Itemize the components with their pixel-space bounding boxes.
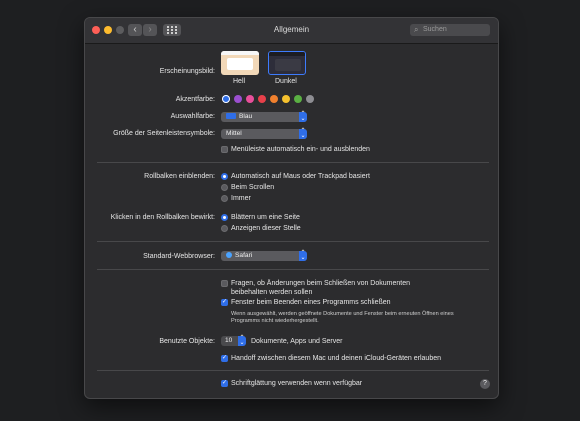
accent-swatch[interactable] xyxy=(258,95,266,103)
separator xyxy=(97,162,489,163)
click-scroll-option-page: Blättern um eine Seite xyxy=(231,214,300,221)
close-windows-checkbox[interactable]: ✓ xyxy=(221,299,228,306)
highlight-popup[interactable]: Blau ⌃ ⌄ xyxy=(221,111,307,122)
font-smoothing-checkbox[interactable]: ✓ xyxy=(221,380,228,387)
safari-icon xyxy=(226,252,232,259)
recent-label: Benutzte Objekte: xyxy=(159,338,215,345)
appearance-label: Erscheinungsbild: xyxy=(159,68,215,75)
appearance-dark-thumb[interactable] xyxy=(268,51,306,75)
titlebar: ‹ › Allgemein ⌕ Suchen xyxy=(85,18,498,44)
scrollbars-radio-scrolling[interactable] xyxy=(221,184,228,191)
chevron-updown-icon: ⌃ ⌄ xyxy=(299,250,307,261)
font-smoothing-label: Schriftglättung verwenden wenn verfügbar xyxy=(231,380,363,387)
click-scroll-radio-page[interactable] xyxy=(221,214,228,221)
appearance-dark-label: Dunkel xyxy=(275,78,297,85)
click-scroll-label: Klicken in den Rollbalken bewirkt: xyxy=(110,214,215,221)
ask-save-label-line1: Fragen, ob Änderungen beim Schließen von… xyxy=(231,280,410,287)
dark-thumb-window xyxy=(275,59,301,71)
sidebar-size-label: Größe der Seitenleistensymbole: xyxy=(113,130,215,137)
menubar-checkbox[interactable] xyxy=(221,146,228,153)
separator xyxy=(97,241,489,242)
browser-popup[interactable]: Safari ⌃ ⌄ xyxy=(221,250,307,261)
preferences-window: ‹ › Allgemein ⌕ Suchen Erscheinungsbild:… xyxy=(84,17,499,399)
browser-value-text: Safari xyxy=(235,252,253,259)
light-thumb-bar xyxy=(221,51,259,55)
scrollbars-label: Rollbalken einblenden: xyxy=(144,173,215,180)
search-placeholder: Suchen xyxy=(423,26,447,33)
accent-swatch[interactable] xyxy=(270,95,278,103)
scrollbars-option-always: Immer xyxy=(231,195,251,202)
handoff-label: Handoff zwischen diesem Mac und deinen i… xyxy=(231,355,441,362)
dark-thumb-bar xyxy=(269,52,305,56)
recent-count-popup[interactable]: 10 ⌃ ⌄ xyxy=(221,335,246,346)
sidebar-size-value: Mittel xyxy=(226,130,242,137)
accent-swatch[interactable] xyxy=(294,95,302,103)
light-thumb-window xyxy=(227,58,253,70)
highlight-chip xyxy=(226,113,236,120)
menubar-checkbox-label: Menüleiste automatisch ein- und ausblend… xyxy=(231,146,370,153)
accent-swatch[interactable] xyxy=(246,95,254,103)
chevron-updown-icon: ⌃ ⌄ xyxy=(299,128,307,139)
accent-label: Akzentfarbe: xyxy=(175,96,215,103)
help-button[interactable]: ? xyxy=(480,379,490,389)
scrollbars-option-auto: Automatisch auf Maus oder Trackpad basie… xyxy=(231,173,370,180)
close-windows-note-line2: Programms nicht wiederhergestellt. xyxy=(231,318,319,324)
highlight-value: Blau xyxy=(226,112,252,122)
scrollbars-option-scrolling: Beim Scrollen xyxy=(231,184,275,191)
ask-save-label-line2: beibehalten werden sollen xyxy=(231,289,313,296)
search-field[interactable]: ⌕ Suchen xyxy=(410,24,490,36)
browser-value: Safari xyxy=(226,251,252,261)
scrollbars-radio-always[interactable] xyxy=(221,195,228,202)
separator xyxy=(97,269,489,270)
browser-label: Standard-Webbrowser: xyxy=(143,253,215,260)
chevron-updown-icon: ⌃ ⌄ xyxy=(238,335,246,346)
click-scroll-radio-spot[interactable] xyxy=(221,225,228,232)
ask-save-checkbox[interactable] xyxy=(221,280,228,287)
accent-swatch[interactable] xyxy=(306,95,314,103)
separator xyxy=(97,370,489,371)
close-windows-note-line1: Wenn ausgewählt, werden geöffnete Dokume… xyxy=(231,311,454,317)
click-scroll-option-spot: Anzeigen dieser Stelle xyxy=(231,225,301,232)
handoff-checkbox[interactable]: ✓ xyxy=(221,355,228,362)
search-icon: ⌕ xyxy=(414,25,419,34)
appearance-light-label: Hell xyxy=(233,78,246,85)
accent-swatch[interactable] xyxy=(222,95,230,103)
recent-suffix: Dokumente, Apps und Server xyxy=(251,338,343,345)
sidebar-size-popup[interactable]: Mittel ⌃ ⌄ xyxy=(221,128,307,139)
accent-swatch[interactable] xyxy=(234,95,242,103)
accent-swatch[interactable] xyxy=(282,95,290,103)
highlight-value-text: Blau xyxy=(239,113,253,120)
appearance-light-thumb[interactable] xyxy=(221,51,259,75)
close-windows-label: Fenster beim Beenden eines Programms sch… xyxy=(231,299,391,306)
chevron-updown-icon: ⌃ ⌄ xyxy=(299,111,307,122)
scrollbars-radio-auto[interactable] xyxy=(221,173,228,180)
highlight-label: Auswahlfarbe: xyxy=(170,113,215,120)
recent-count-value: 10 xyxy=(225,337,233,344)
